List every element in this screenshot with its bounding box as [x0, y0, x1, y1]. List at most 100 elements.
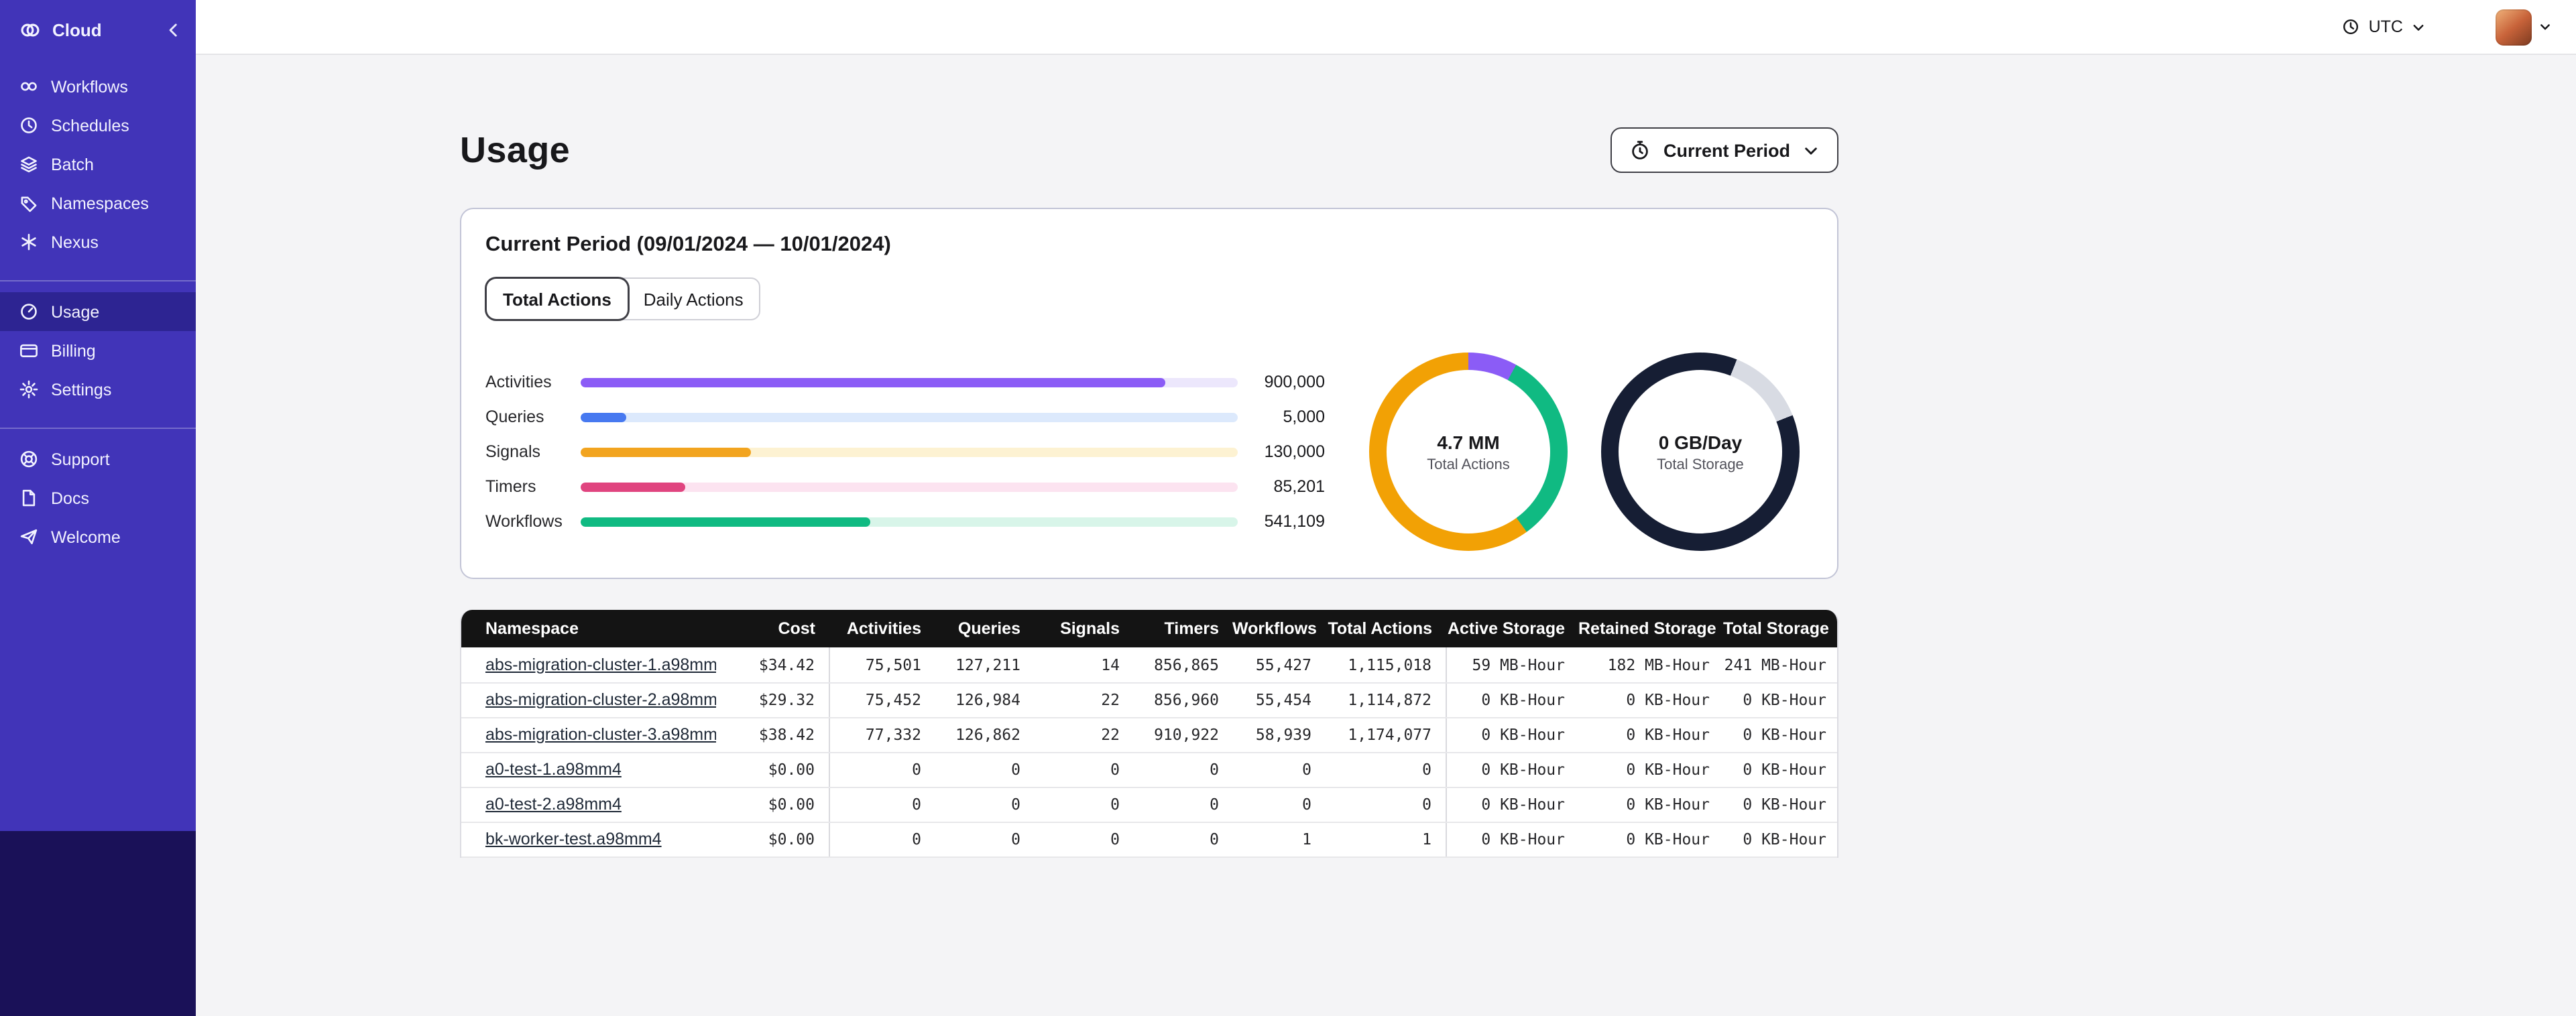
- bar-track: [581, 447, 1238, 456]
- cell-activities: 75,452: [828, 682, 935, 718]
- donut-value: 0 GB/Day: [1658, 431, 1743, 452]
- bar-label: Queries: [485, 407, 544, 426]
- cell-active-storage: 59 MB-Hour: [1445, 647, 1578, 683]
- column-header-cost: Cost: [716, 610, 829, 647]
- sidebar-item-support[interactable]: Support: [0, 440, 196, 479]
- namespace-link[interactable]: abs-migration-cluster-3.a98mm4: [485, 725, 716, 744]
- sidebar-item-usage[interactable]: Usage: [0, 292, 196, 331]
- cell-active-storage: 0 KB-Hour: [1445, 822, 1578, 857]
- sidebar-item-label: Batch: [51, 155, 94, 174]
- period-selector-button[interactable]: Current Period: [1611, 127, 1838, 173]
- chevron-down-icon: [2411, 19, 2426, 34]
- cell-retained-storage: 0 KB-Hour: [1578, 822, 1723, 857]
- bar-fill: [581, 412, 627, 422]
- sidebar-collapse-button[interactable]: [165, 21, 182, 38]
- cell-queries: 126,984: [935, 682, 1034, 718]
- topbar: UTC: [196, 0, 2576, 55]
- cell-namespace: a0-test-2.a98mm4: [461, 787, 716, 822]
- schedules-icon: [19, 115, 39, 135]
- sidebar-item-docs[interactable]: Docs: [0, 479, 196, 517]
- cell-namespace: abs-migration-cluster-2.a98mm4: [461, 682, 716, 718]
- namespaces-icon: [19, 193, 39, 213]
- column-header-active-storage: Active Storage: [1446, 610, 1578, 647]
- timezone-label: UTC: [2368, 17, 2403, 36]
- tab-daily-actions[interactable]: Daily Actions: [628, 279, 760, 319]
- tab-total-actions[interactable]: Total Actions: [487, 279, 628, 319]
- bar-value: 541,109: [1264, 512, 1325, 531]
- cell-total-actions: 0: [1325, 752, 1446, 787]
- cell-retained-storage: 182 MB-Hour: [1578, 647, 1723, 683]
- namespace-link[interactable]: bk-worker-test.a98mm4: [485, 830, 662, 848]
- bar-track: [581, 412, 1238, 422]
- cell-cost: $0.00: [716, 752, 829, 787]
- bar-value: 900,000: [1264, 373, 1325, 391]
- cell-timers: 910,922: [1133, 717, 1232, 753]
- usage-table-header-row: Namespace Cost Activities Queries Signals Tim…: [461, 610, 1837, 647]
- namespace-link[interactable]: a0-test-2.a98mm4: [485, 795, 622, 814]
- table-row: abs-migration-cluster-3.a98mm4 $38.42 77,3…: [461, 717, 1837, 753]
- bar-track: [581, 482, 1238, 491]
- stopwatch-icon: [1630, 139, 1651, 161]
- charts-row: Activities 900,000 Queries 5,000 Signals 130,…: [485, 353, 1813, 551]
- cell-workflows: 1: [1232, 822, 1325, 857]
- cell-active-storage: 0 KB-Hour: [1445, 717, 1578, 753]
- column-header-workflows: Workflows: [1232, 610, 1325, 647]
- cell-activities: 75,501: [828, 647, 935, 683]
- namespace-link[interactable]: abs-migration-cluster-1.a98mm4: [485, 655, 716, 674]
- table-row: a0-test-1.a98mm4 $0.00 0 0 0 0 0 0 0 KB-Hour 0 KB…: [461, 752, 1837, 787]
- cell-timers: 856,960: [1133, 682, 1232, 718]
- brand: Cloud: [0, 0, 196, 59]
- sidebar-item-batch[interactable]: Batch: [0, 145, 196, 184]
- cell-signals: 0: [1034, 822, 1133, 857]
- card-title: Current Period (09/01/2024 — 10/01/2024): [485, 233, 891, 256]
- sidebar-item-billing[interactable]: Billing: [0, 331, 196, 370]
- cell-active-storage: 0 KB-Hour: [1445, 787, 1578, 822]
- column-header-activities: Activities: [829, 610, 935, 647]
- sidebar-item-namespaces[interactable]: Namespaces: [0, 184, 196, 223]
- cell-queries: 126,862: [935, 717, 1034, 753]
- nexus-icon: [19, 232, 39, 252]
- bar-label: Signals: [485, 442, 540, 461]
- sidebar-group-main: Workflows Schedules Batch Namespaces Nexus: [0, 59, 196, 267]
- column-header-queries: Queries: [935, 610, 1034, 647]
- cell-signals: 22: [1034, 682, 1133, 718]
- cell-timers: 0: [1133, 752, 1232, 787]
- namespace-link[interactable]: a0-test-1.a98mm4: [485, 760, 622, 779]
- cell-cost: $29.32: [716, 682, 829, 718]
- chevron-down-icon: [1802, 141, 1820, 159]
- batch-icon: [19, 154, 39, 174]
- sidebar-item-schedules[interactable]: Schedules: [0, 106, 196, 145]
- chevron-down-icon: [2538, 20, 2552, 34]
- cell-timers: 0: [1133, 822, 1232, 857]
- sidebar-item-label: Settings: [51, 380, 112, 399]
- bar-fill: [581, 517, 870, 526]
- timezone-selector[interactable]: UTC: [2342, 17, 2426, 36]
- sidebar-item-nexus[interactable]: Nexus: [0, 223, 196, 261]
- cell-workflows: 58,939: [1232, 717, 1325, 753]
- clock-icon: [2342, 17, 2361, 36]
- cell-retained-storage: 0 KB-Hour: [1578, 787, 1723, 822]
- bar-value: 85,201: [1273, 477, 1325, 496]
- cell-workflows: 55,454: [1232, 682, 1325, 718]
- sidebar-group-help: Support Docs Welcome: [0, 428, 196, 562]
- sidebar-item-welcome[interactable]: Welcome: [0, 517, 196, 556]
- sidebar-item-label: Workflows: [51, 77, 128, 96]
- sidebar-item-workflows[interactable]: Workflows: [0, 67, 196, 106]
- total-actions-bar-chart: Activities 900,000 Queries 5,000 Signals 130,…: [485, 365, 1325, 539]
- sidebar-item-label: Schedules: [51, 116, 129, 135]
- column-header-retained-storage: Retained Storage: [1578, 610, 1723, 647]
- cell-queries: 0: [935, 752, 1034, 787]
- sidebar-item-settings[interactable]: Settings: [0, 370, 196, 409]
- bar-row-queries: Queries 5,000: [485, 399, 1325, 434]
- cell-cost: $38.42: [716, 717, 829, 753]
- sidebar-item-label: Billing: [51, 341, 96, 360]
- user-menu[interactable]: [2496, 9, 2552, 45]
- cell-total-storage: 0 KB-Hour: [1723, 682, 1837, 718]
- namespace-link[interactable]: abs-migration-cluster-2.a98mm4: [485, 690, 716, 709]
- bar-fill: [581, 377, 1166, 387]
- cell-cost: $0.00: [716, 787, 829, 822]
- cell-queries: 0: [935, 787, 1034, 822]
- total-storage-donut: 0 GB/Day Total Storage: [1601, 353, 1800, 551]
- brand-label: Cloud: [52, 19, 102, 40]
- main-area: UTC Usage Current Period Current Period …: [196, 0, 2576, 1016]
